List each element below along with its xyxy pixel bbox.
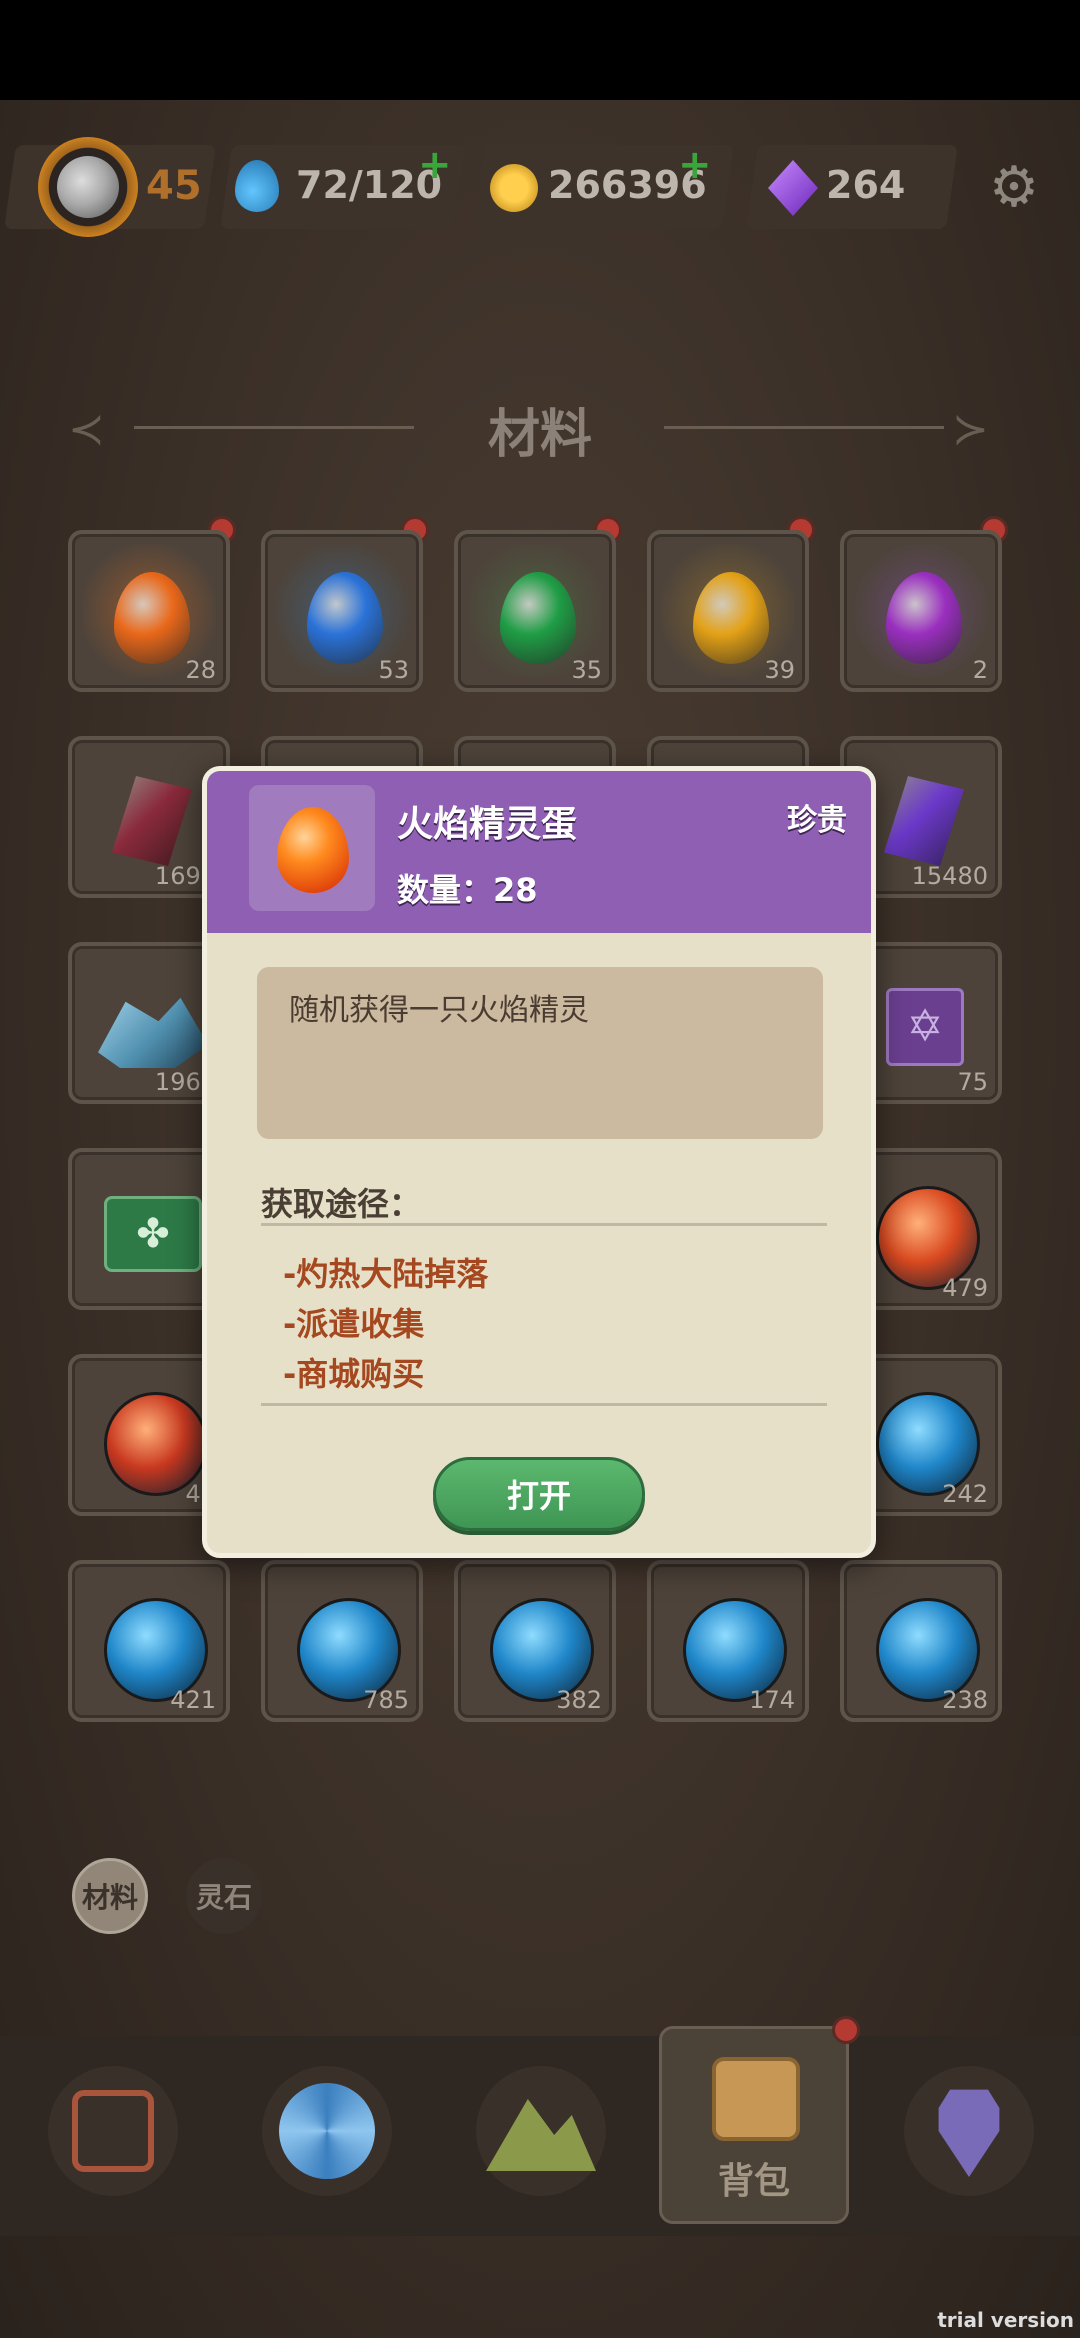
ticket-icon: ✤ <box>104 1196 202 1272</box>
page-title: 材料 <box>487 405 592 465</box>
energy-add-button[interactable]: + <box>418 142 452 188</box>
watermark: trial version <box>937 2308 1074 2332</box>
crystal-icon <box>112 776 192 866</box>
fire-egg-icon <box>277 807 349 893</box>
backpack-notification-dot <box>832 2016 860 2044</box>
device-icon <box>72 2090 154 2172</box>
material-tile[interactable]: 174 <box>647 1560 809 1722</box>
modal-header: 火焰精灵蛋 珍贵 数量：28 <box>207 771 871 933</box>
material-tile[interactable]: 35 <box>454 530 616 692</box>
nav-device-button[interactable] <box>48 2066 178 2196</box>
tile-count: 242 <box>942 1480 988 1508</box>
backpack-chest-icon <box>712 2057 800 2141</box>
coin-icon <box>490 164 538 212</box>
tile-count: 174 <box>749 1686 795 1714</box>
coins-add-button[interactable]: + <box>678 142 712 188</box>
nav-location-button[interactable] <box>904 2066 1034 2196</box>
nav-portal-button[interactable] <box>262 2066 392 2196</box>
player-level: 45 <box>146 163 202 209</box>
item-quantity: 数量：28 <box>397 871 538 909</box>
item-name: 火焰精灵蛋 <box>397 804 578 845</box>
nav-backpack-label: 背包 <box>717 2161 790 2202</box>
tile-count: 238 <box>942 1686 988 1714</box>
nav-map-button[interactable] <box>476 2066 606 2196</box>
tile-count: 39 <box>764 656 795 684</box>
item-detail-modal: 火焰精灵蛋 珍贵 数量：28 随机获得一只火焰精灵 获取途径： -灼热大陆掉落 … <box>202 766 876 1558</box>
gems-value: 264 <box>826 163 906 207</box>
chip-spirit-stones[interactable]: 灵石 <box>186 1858 262 1934</box>
material-tile[interactable]: 382 <box>454 1560 616 1722</box>
material-tile[interactable]: 53 <box>261 530 423 692</box>
crystal-icon <box>884 776 964 866</box>
avatar-face-icon <box>57 156 119 218</box>
ore-icon <box>98 997 208 1068</box>
sources-top-divider <box>261 1223 827 1226</box>
material-tile[interactable]: 785 <box>261 1560 423 1722</box>
tile-count: 479 <box>942 1274 988 1302</box>
settings-gear-icon[interactable]: ⚙ <box>986 160 1042 216</box>
sources-bottom-divider <box>261 1403 827 1406</box>
material-tile[interactable]: 238 <box>840 1560 1002 1722</box>
tile-count: 28 <box>185 656 216 684</box>
tile-count: 785 <box>363 1686 409 1714</box>
item-description: 随机获得一只火焰精灵 <box>289 993 589 1028</box>
tile-count: 421 <box>170 1686 216 1714</box>
source-item: -灼热大陆掉落 <box>283 1255 489 1293</box>
open-button[interactable]: 打开 <box>433 1457 645 1531</box>
source-item: -派遣收集 <box>283 1305 425 1343</box>
portal-swirl-icon <box>279 2083 375 2179</box>
tile-count: 2 <box>972 656 988 684</box>
chip-materials[interactable]: 材料 <box>72 1858 148 1934</box>
avatar[interactable] <box>38 137 138 237</box>
material-tile[interactable]: 2 <box>840 530 1002 692</box>
title-right-line <box>664 426 944 429</box>
material-tile[interactable]: 39 <box>647 530 809 692</box>
tile-count: 75 <box>957 1068 988 1096</box>
tile-count: 15480 <box>911 862 988 890</box>
material-tile[interactable]: 421 <box>68 1560 230 1722</box>
tile-count: 53 <box>378 656 409 684</box>
item-rarity: 珍贵 <box>787 803 847 838</box>
mountain-icon <box>486 2099 596 2171</box>
title-right-arrow-icon: ≻ <box>952 404 989 455</box>
source-item: -商城购买 <box>283 1355 425 1393</box>
modal-item-icon-box <box>249 785 375 911</box>
material-tile[interactable]: 28 <box>68 530 230 692</box>
location-pin-icon <box>938 2089 1000 2177</box>
description-box: 随机获得一只火焰精灵 <box>257 967 823 1139</box>
tile-count: 382 <box>556 1686 602 1714</box>
star-box-icon: ✡ <box>886 988 964 1066</box>
tile-count: 35 <box>571 656 602 684</box>
sources-label: 获取途径： <box>261 1185 422 1223</box>
